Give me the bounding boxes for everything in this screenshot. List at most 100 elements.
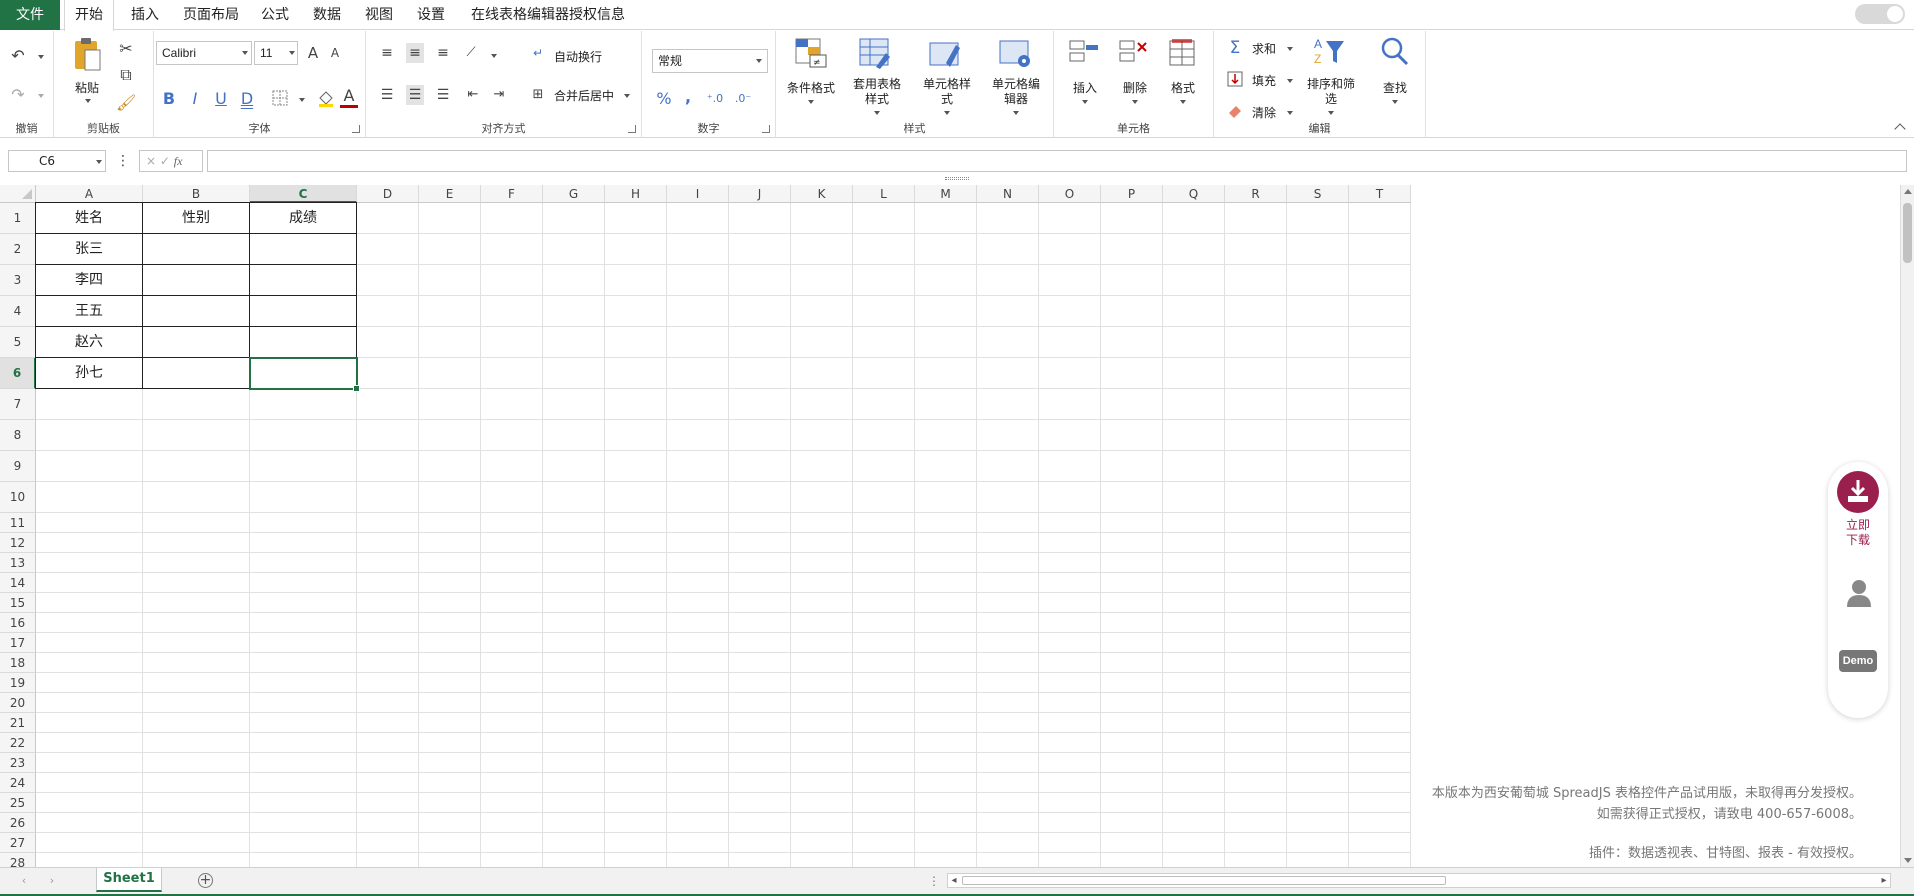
cell-g14[interactable]: [543, 573, 605, 593]
cell-n12[interactable]: [977, 533, 1039, 553]
cell-c26[interactable]: [250, 813, 357, 833]
cell-n4[interactable]: [977, 296, 1039, 327]
cell-f25[interactable]: [481, 793, 543, 813]
cell-t1[interactable]: [1349, 203, 1411, 234]
cell-e21[interactable]: [419, 713, 481, 733]
spreadsheet-grid[interactable]: ABCDEFGHIJKLMNOPQRST 1 2 3 4 5 6 7 8 9 10 11 12 13 14…: [0, 185, 1900, 867]
cell-l11[interactable]: [853, 513, 915, 533]
cell-s28[interactable]: [1287, 853, 1349, 867]
cell-l21[interactable]: [853, 713, 915, 733]
cell-c27[interactable]: [250, 833, 357, 853]
cell-g18[interactable]: [543, 653, 605, 673]
cell-c16[interactable]: [250, 613, 357, 633]
cell-g27[interactable]: [543, 833, 605, 853]
cell-k28[interactable]: [791, 853, 853, 867]
more-options-icon[interactable]: ⋮: [116, 151, 130, 171]
cell-s8[interactable]: [1287, 420, 1349, 451]
row-header-4[interactable]: 4: [0, 296, 36, 327]
cell-d2[interactable]: [357, 234, 419, 265]
cell-f6[interactable]: [481, 358, 543, 389]
row-header-8[interactable]: 8: [0, 420, 36, 451]
cell-l24[interactable]: [853, 773, 915, 793]
cell-b2[interactable]: [142, 233, 250, 265]
fill-dropdown[interactable]: [1287, 79, 1293, 83]
sheet-tab-sheet1[interactable]: Sheet1: [96, 868, 162, 892]
cell-f24[interactable]: [481, 773, 543, 793]
column-header-l[interactable]: L: [853, 185, 915, 203]
cell-f8[interactable]: [481, 420, 543, 451]
cell-m15[interactable]: [915, 593, 977, 613]
cell-c18[interactable]: [250, 653, 357, 673]
eraser-icon[interactable]: [1227, 103, 1243, 119]
cell-f2[interactable]: [481, 234, 543, 265]
cell-o20[interactable]: [1039, 693, 1101, 713]
row-header-11[interactable]: 11: [0, 513, 36, 533]
cell-o22[interactable]: [1039, 733, 1101, 753]
cell-n14[interactable]: [977, 573, 1039, 593]
cell-d16[interactable]: [357, 613, 419, 633]
cell-a9[interactable]: [36, 451, 143, 482]
cell-g15[interactable]: [543, 593, 605, 613]
cell-m23[interactable]: [915, 753, 977, 773]
cell-d15[interactable]: [357, 593, 419, 613]
cell-n22[interactable]: [977, 733, 1039, 753]
cell-a19[interactable]: [36, 673, 143, 693]
cell-i22[interactable]: [667, 733, 729, 753]
fx-icon[interactable]: fx: [174, 154, 183, 168]
cell-o2[interactable]: [1039, 234, 1101, 265]
cell-o5[interactable]: [1039, 327, 1101, 358]
cell-h5[interactable]: [605, 327, 667, 358]
find-button[interactable]: 查找: [1378, 79, 1412, 96]
column-header-e[interactable]: E: [419, 185, 481, 203]
cell-l22[interactable]: [853, 733, 915, 753]
cell-h26[interactable]: [605, 813, 667, 833]
cell-s22[interactable]: [1287, 733, 1349, 753]
cell-s24[interactable]: [1287, 773, 1349, 793]
cell-j28[interactable]: [729, 853, 791, 867]
vertical-scrollbar[interactable]: [1900, 185, 1914, 867]
cell-e25[interactable]: [419, 793, 481, 813]
cell-k24[interactable]: [791, 773, 853, 793]
find-dropdown[interactable]: [1392, 100, 1398, 104]
cell-i26[interactable]: [667, 813, 729, 833]
horizontal-scrollbar[interactable]: ◂ ▸: [947, 873, 1891, 888]
cell-q28[interactable]: [1163, 853, 1225, 867]
cell-c28[interactable]: [250, 853, 357, 867]
cell-i17[interactable]: [667, 633, 729, 653]
cell-r15[interactable]: [1225, 593, 1287, 613]
cell-g17[interactable]: [543, 633, 605, 653]
cell-i28[interactable]: [667, 853, 729, 867]
cell-m24[interactable]: [915, 773, 977, 793]
cell-l14[interactable]: [853, 573, 915, 593]
row-header-22[interactable]: 22: [0, 733, 36, 753]
cell-m11[interactable]: [915, 513, 977, 533]
cell-s19[interactable]: [1287, 673, 1349, 693]
cell-a3[interactable]: 李四: [35, 264, 143, 296]
cell-o24[interactable]: [1039, 773, 1101, 793]
row-header-23[interactable]: 23: [0, 753, 36, 773]
row-header-17[interactable]: 17: [0, 633, 36, 653]
name-box[interactable]: C6: [8, 150, 106, 172]
cell-d1[interactable]: [357, 203, 419, 234]
cell-c24[interactable]: [250, 773, 357, 793]
cell-p15[interactable]: [1101, 593, 1163, 613]
underline-button[interactable]: U: [212, 89, 230, 109]
cell-d8[interactable]: [357, 420, 419, 451]
cell-r22[interactable]: [1225, 733, 1287, 753]
cell-e22[interactable]: [419, 733, 481, 753]
cell-l25[interactable]: [853, 793, 915, 813]
cell-m1[interactable]: [915, 203, 977, 234]
undo-icon[interactable]: ↶: [8, 46, 28, 66]
cell-a2[interactable]: 张三: [35, 233, 143, 265]
cell-e14[interactable]: [419, 573, 481, 593]
cell-e13[interactable]: [419, 553, 481, 573]
cell-f20[interactable]: [481, 693, 543, 713]
cell-style-icon[interactable]: [928, 37, 962, 69]
cell-k14[interactable]: [791, 573, 853, 593]
column-header-a[interactable]: A: [36, 185, 143, 203]
cell-g16[interactable]: [543, 613, 605, 633]
cell-style-button[interactable]: 单元格样式: [920, 77, 974, 107]
cell-t21[interactable]: [1349, 713, 1411, 733]
cell-r27[interactable]: [1225, 833, 1287, 853]
cell-p10[interactable]: [1101, 482, 1163, 513]
